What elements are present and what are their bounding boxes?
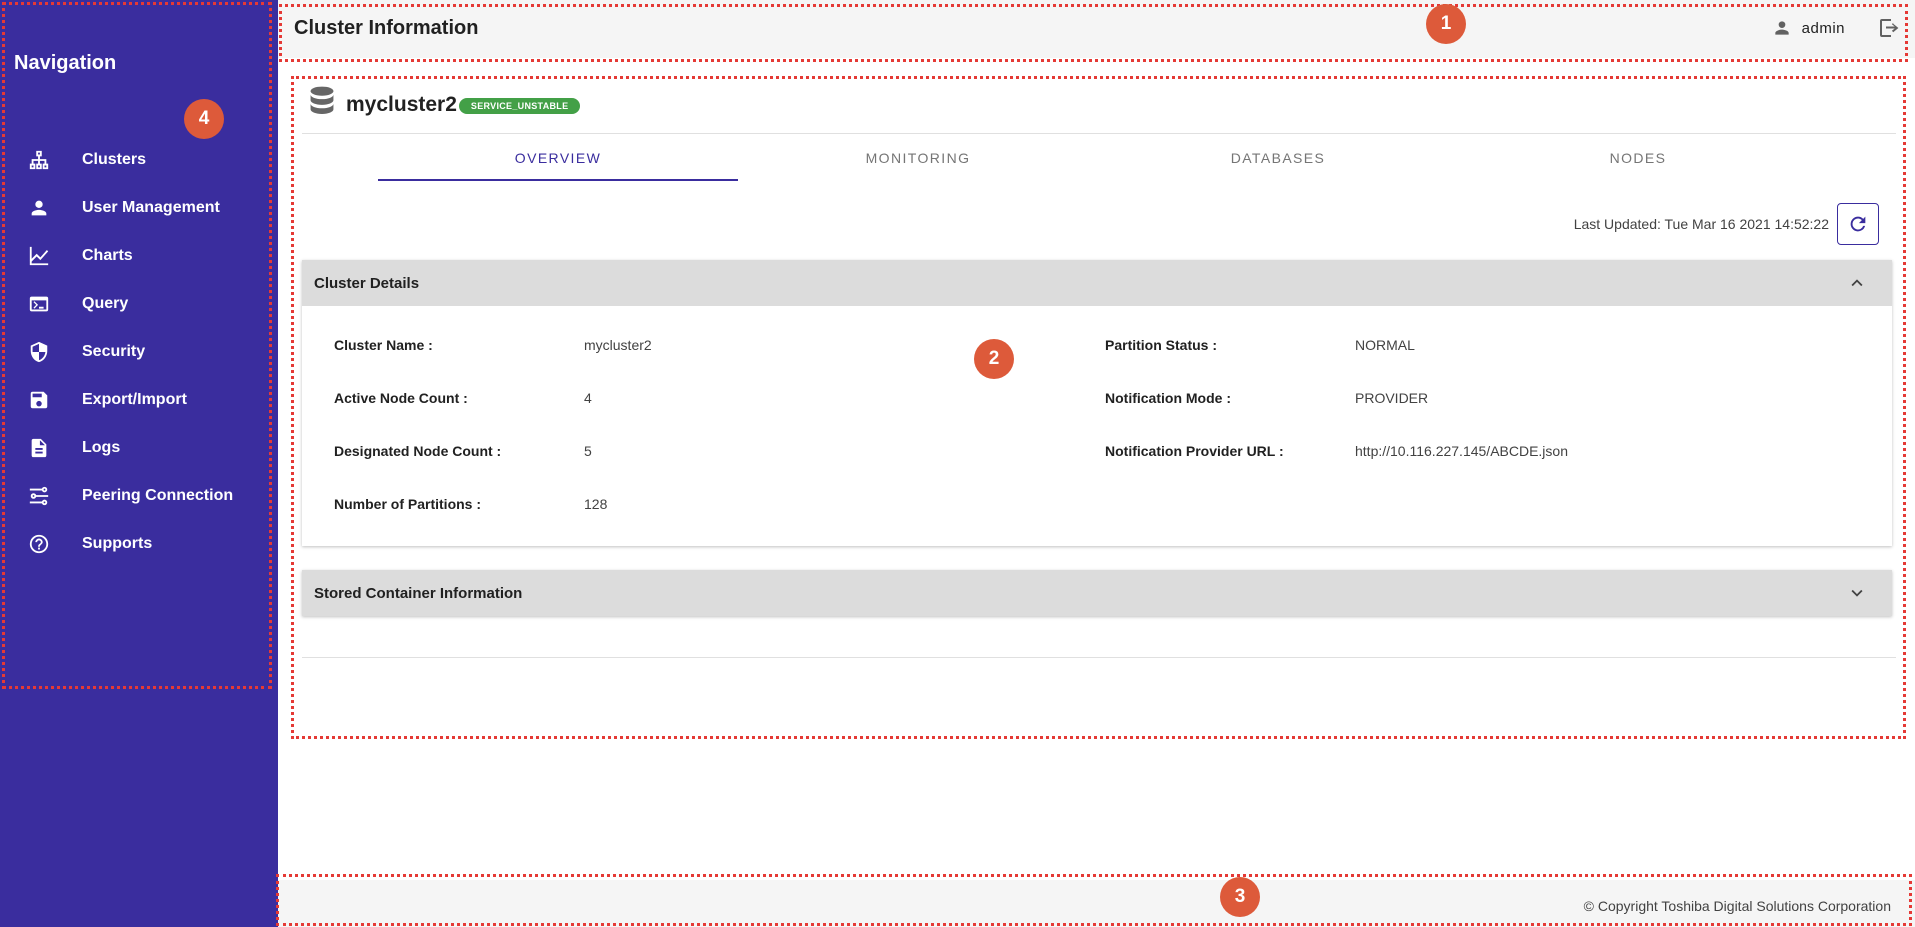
annotation-marker: 2 xyxy=(974,339,1014,379)
callout-footer xyxy=(276,874,1912,926)
annotation-marker: 1 xyxy=(1426,4,1466,44)
annotation-marker: 4 xyxy=(184,99,224,139)
callout-sidebar xyxy=(2,2,272,689)
annotation-marker: 3 xyxy=(1220,877,1260,917)
app-root: Navigation Clusters User Management Char… xyxy=(0,0,1915,927)
callout-main xyxy=(291,76,1906,739)
callout-header xyxy=(279,4,1908,62)
